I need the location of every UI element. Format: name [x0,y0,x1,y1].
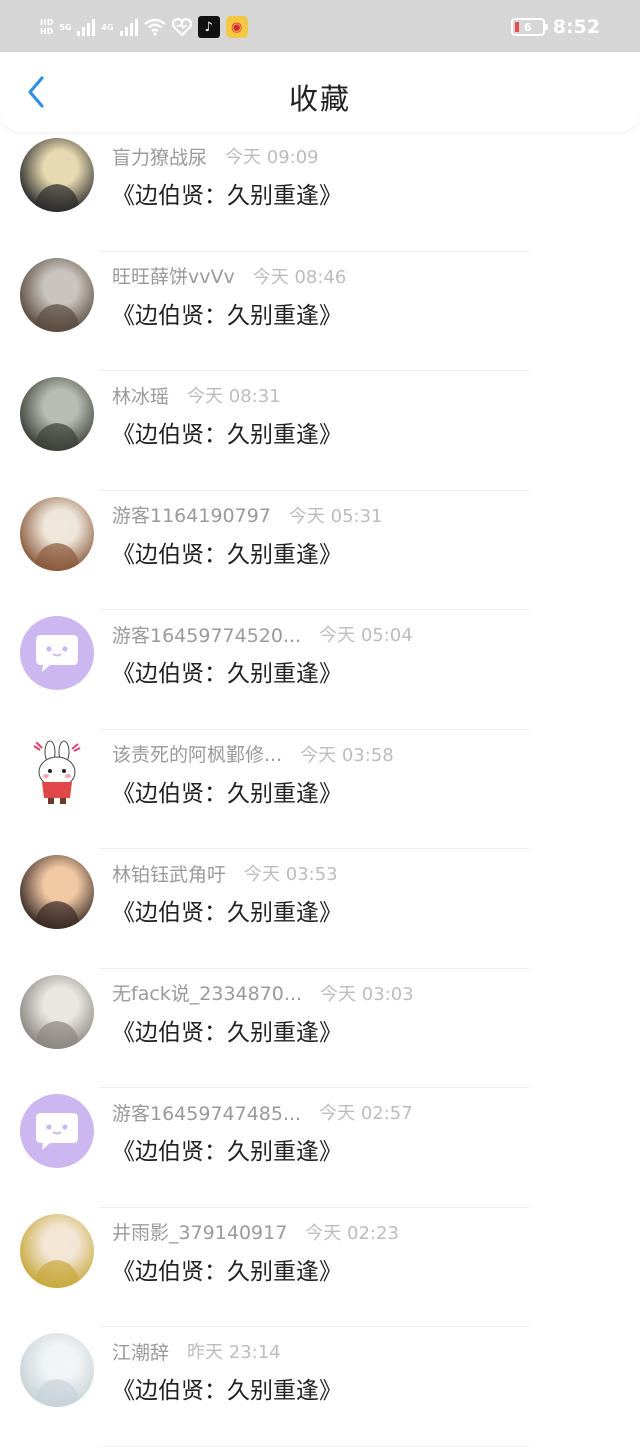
item-meta: 林冰瑶 今天 08:31 [112,382,281,409]
username[interactable]: 游客1164190797 [112,501,271,528]
username[interactable]: 旺旺薛饼vvVv [112,262,235,289]
network-type: HD HD [40,18,54,36]
user-photo-icon [34,1231,80,1288]
weibo-icon: ◉ [225,16,248,38]
username[interactable]: 林冰瑶 [112,382,169,409]
user-photo-icon [34,992,80,1049]
network-5g: 5G [59,22,72,32]
username[interactable]: 无fack说_2334870... [112,979,302,1006]
item-meta: 井雨影_379140917 今天 02:23 [112,1220,399,1244]
item-meta: 林铂钰武角吁 今天 03:53 [112,860,338,887]
avatar[interactable] [20,1213,94,1288]
user-photo-icon [34,1351,80,1407]
timestamp: 今天 02:57 [319,1103,413,1124]
avatar[interactable] [20,138,94,212]
book-title[interactable]: 《边伯贤：久别重逢》 [112,535,342,569]
battery-icon: 6 [510,18,548,36]
username[interactable]: 江潮辞 [112,1338,169,1365]
timestamp: 今天 08:31 [187,386,281,407]
top-bar: 收藏 [0,52,640,132]
username[interactable]: 游客16459747485... [112,1099,301,1126]
book-title[interactable]: 《边伯贤：久别重逢》 [112,893,342,927]
username[interactable]: 井雨影_379140917 [112,1218,287,1245]
network-4g: 4G [101,22,114,32]
tiktok-icon: ♪ [197,16,220,38]
user-photo-icon [34,156,80,212]
book-title[interactable]: 《边伯贤：久别重逢》 [112,176,342,210]
signal-icon-2 [119,18,138,36]
book-title[interactable]: 《边伯贤：久别重逢》 [112,1252,342,1286]
book-title[interactable]: 《边伯贤：久别重逢》 [112,296,342,330]
book-title[interactable]: 《边伯贤：久别重逢》 [112,1371,342,1405]
list-item[interactable]: 旺旺薛饼vvVv 今天 08:46 《边伯贤：久别重逢》 [0,252,640,371]
avatar[interactable] [20,855,94,929]
username[interactable]: 该责死的阿枫鄞修... [112,740,282,767]
page-title: 收藏 [288,82,351,116]
avatar[interactable] [20,377,94,451]
timestamp: 今天 09:09 [225,147,319,168]
battery-level: 6 [523,20,532,34]
status-time: 8:52 [552,16,600,38]
timestamp: 今天 05:04 [319,625,413,646]
list-item[interactable]: 游客16459747485... 今天 02:57 《边伯贤：久别重逢》 [0,1088,640,1208]
avatar[interactable] [20,1333,94,1407]
item-meta: 游客16459747485... 今天 02:57 [112,1099,413,1126]
status-right: 6 8:52 [510,14,600,40]
username[interactable]: 盲力獠战尿 [112,143,207,170]
avatar[interactable] [20,735,94,810]
chat-bubble-icon [36,635,78,672]
timestamp: 今天 02:23 [305,1222,399,1244]
avatar[interactable] [20,257,94,332]
item-meta: 游客16459774520... 今天 05:04 [112,621,413,648]
list-item[interactable]: 林铂钰武角吁 今天 03:53 《边伯贤：久别重逢》 [0,849,640,969]
divider [100,1445,530,1447]
timestamp: 今天 03:58 [300,744,394,766]
timestamp: 今天 03:03 [320,983,414,1005]
book-title[interactable]: 《边伯贤：久别重逢》 [112,415,342,449]
heart-icon [171,18,192,36]
list-item[interactable]: 游客1164190797 今天 05:31 《边伯贤：久别重逢》 [0,491,640,610]
list-item[interactable]: 游客16459774520... 今天 05:04 《边伯贤：久别重逢》 [0,610,640,730]
avatar[interactable] [20,974,94,1049]
list-item[interactable]: 盲力獠战尿 今天 09:09 《边伯贤：久别重逢》 [0,132,640,252]
user-photo-icon [34,514,80,571]
avatar[interactable] [20,616,94,690]
item-meta: 游客1164190797 今天 05:31 [112,503,383,527]
username[interactable]: 游客16459774520... [112,621,301,648]
wifi-icon [143,18,166,36]
status-bar: HD HD 5G 4G ♪ ◉ 6 8:52 [0,0,640,52]
list-item[interactable]: 无fack说_2334870... 今天 03:03 《边伯贤：久别重逢》 [0,969,640,1088]
item-meta: 无fack说_2334870... 今天 03:03 [112,981,414,1005]
timestamp: 今天 03:53 [244,864,338,885]
favorites-list: 盲力獠战尿 今天 09:09 《边伯贤：久别重逢》 旺旺薛饼vvVv 今天 08:46 《… [0,132,640,1447]
username[interactable]: 林铂钰武角吁 [112,860,226,887]
item-meta: 江潮辞 昨天 23:14 [112,1338,281,1365]
user-photo-icon [34,275,80,332]
item-meta: 盲力獠战尿 今天 09:09 [112,143,319,170]
avatar[interactable] [20,1094,94,1168]
signal-icon [77,18,96,36]
list-item[interactable]: 井雨影_379140917 今天 02:23 《边伯贤：久别重逢》 [0,1208,640,1327]
avatar[interactable] [20,496,94,571]
timestamp: 今天 05:31 [288,505,383,527]
book-title[interactable]: 《边伯贤：久别重逢》 [112,1013,342,1047]
chat-bubble-icon [36,1113,78,1150]
rabbit-icon [33,740,81,804]
book-title[interactable]: 《边伯贤：久别重逢》 [112,654,342,688]
user-photo-icon [34,395,80,451]
item-meta: 旺旺薛饼vvVv 今天 08:46 [112,264,346,288]
list-item[interactable]: 该责死的阿枫鄞修... 今天 03:58 《边伯贤：久别重逢》 [0,730,640,849]
timestamp: 昨天 23:14 [187,1342,281,1363]
user-photo-icon [34,873,80,929]
list-item[interactable]: 江潮辞 昨天 23:14 《边伯贤：久别重逢》 [0,1327,640,1447]
status-left: HD HD 5G 4G ♪ ◉ [40,14,248,40]
item-meta: 该责死的阿枫鄞修... 今天 03:58 [112,742,394,766]
book-title[interactable]: 《边伯贤：久别重逢》 [112,774,342,808]
timestamp: 今天 08:46 [252,266,347,288]
list-item[interactable]: 林冰瑶 今天 08:31 《边伯贤：久别重逢》 [0,371,640,491]
book-title[interactable]: 《边伯贤：久别重逢》 [112,1132,342,1166]
